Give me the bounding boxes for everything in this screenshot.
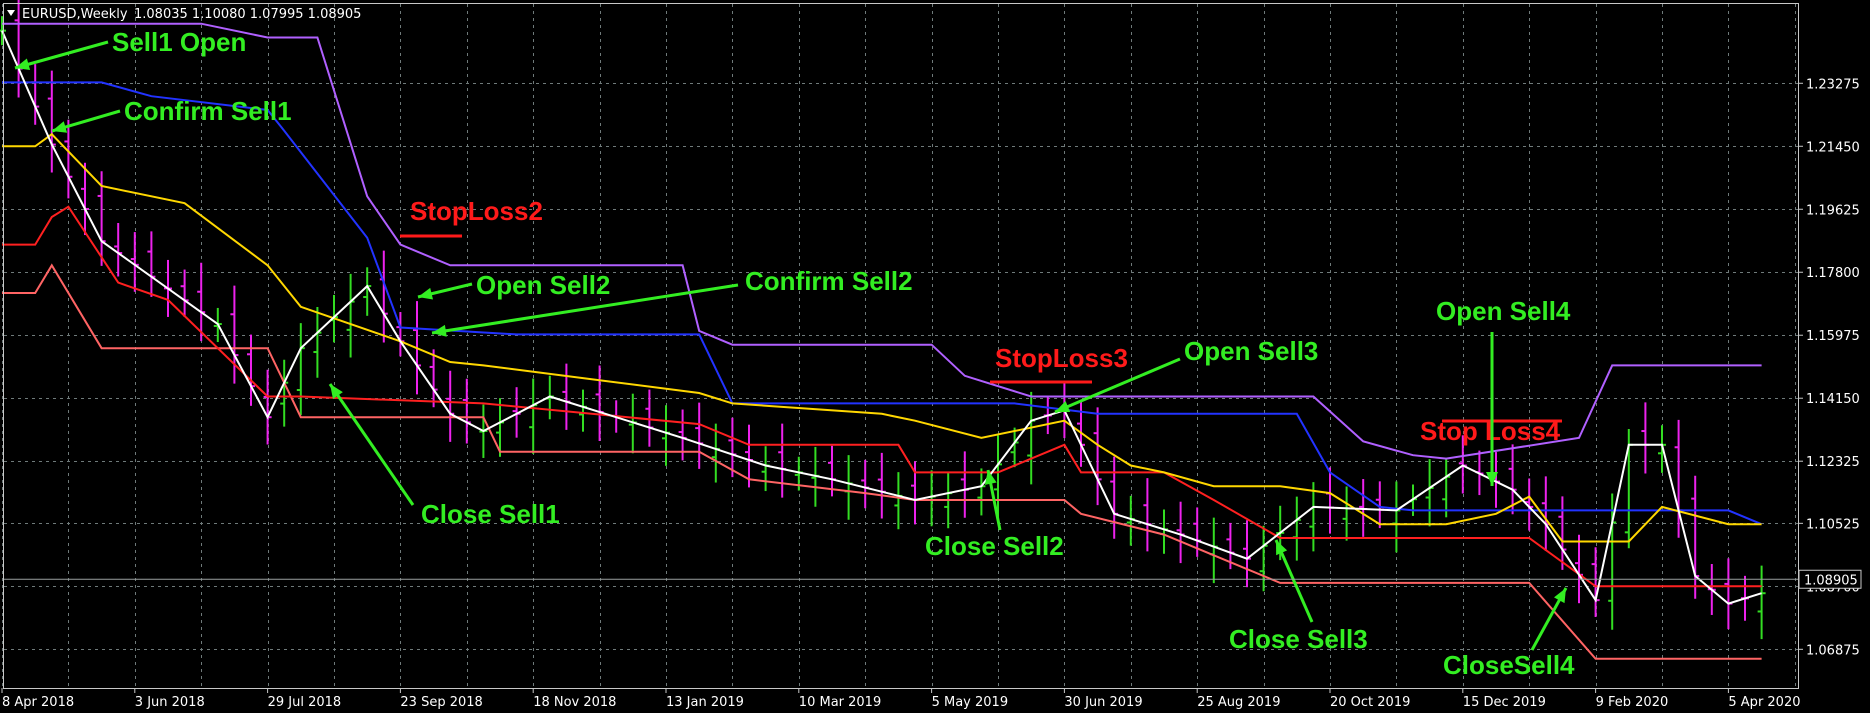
annotation-stoploss2: StopLoss2 xyxy=(410,196,543,226)
x-tick-label: 15 Dec 2019 xyxy=(1463,695,1546,710)
price-chart[interactable]: Sell1 Open Confirm Sell1 StopLoss2 Open Sel… xyxy=(0,0,1870,713)
annotation-close_sell2: Close Sell2 xyxy=(925,531,1064,561)
x-tick-label: 10 Mar 2019 xyxy=(799,695,881,710)
x-tick-label: 3 Jun 2018 xyxy=(135,695,205,710)
annotation-open_sell4: Open Sell4 xyxy=(1436,296,1571,326)
y-tick-label: 1.15975 xyxy=(1806,329,1860,344)
y-tick-label: 1.12325 xyxy=(1806,455,1860,470)
x-tick-label: 5 May 2019 xyxy=(932,695,1009,710)
annotation-close_sell1: Close Sell1 xyxy=(421,499,560,529)
annotation-confirm_sell2: Confirm Sell2 xyxy=(745,266,913,296)
y-tick-label: 1.06875 xyxy=(1806,643,1860,658)
x-tick-label: 29 Jul 2018 xyxy=(268,695,342,710)
y-tick-label: 1.21450 xyxy=(1806,140,1860,155)
x-tick-label: 30 Jun 2019 xyxy=(1064,695,1142,710)
symbol-title: EURUSD,Weekly xyxy=(22,7,128,22)
annotation-stoploss3: StopLoss3 xyxy=(995,343,1128,373)
y-tick-label: 1.19625 xyxy=(1806,203,1860,218)
x-tick-label: 23 Sep 2018 xyxy=(400,695,482,710)
annotation-confirm_sell1: Confirm Sell1 xyxy=(124,96,292,126)
annotation-open_sell3: Open Sell3 xyxy=(1184,336,1318,366)
x-tick-label: 25 Aug 2019 xyxy=(1197,695,1280,710)
x-tick-label: 8 Apr 2018 xyxy=(2,695,74,710)
ohlc-values: 1.08035 1.10080 1.07995 1.08905 xyxy=(134,7,361,22)
current-price-label: 1.08905 xyxy=(1804,573,1858,588)
annotation-open_sell2: Open Sell2 xyxy=(476,270,610,300)
x-tick-label: 5 Apr 2020 xyxy=(1728,695,1800,710)
annotation-stop_loss4: Stop Loss4 xyxy=(1420,416,1561,446)
y-tick-label: 1.23275 xyxy=(1806,77,1860,92)
y-tick-label: 1.14150 xyxy=(1806,392,1860,407)
chart-header: EURUSD,Weekly 1.08035 1.10080 1.07995 1.… xyxy=(7,7,361,22)
y-tick-label: 1.17800 xyxy=(1806,266,1860,281)
annotation-close_sell4: CloseSell4 xyxy=(1443,650,1575,680)
annotation-sell1_open: Sell1 Open xyxy=(112,27,246,57)
y-tick-label: 1.10525 xyxy=(1806,517,1860,532)
x-tick-label: 9 Feb 2020 xyxy=(1596,695,1669,710)
x-tick-label: 20 Oct 2019 xyxy=(1330,695,1410,710)
annotation-close_sell3: Close Sell3 xyxy=(1229,624,1368,654)
x-tick-label: 13 Jan 2019 xyxy=(666,695,744,710)
x-tick-label: 18 Nov 2018 xyxy=(533,695,616,710)
